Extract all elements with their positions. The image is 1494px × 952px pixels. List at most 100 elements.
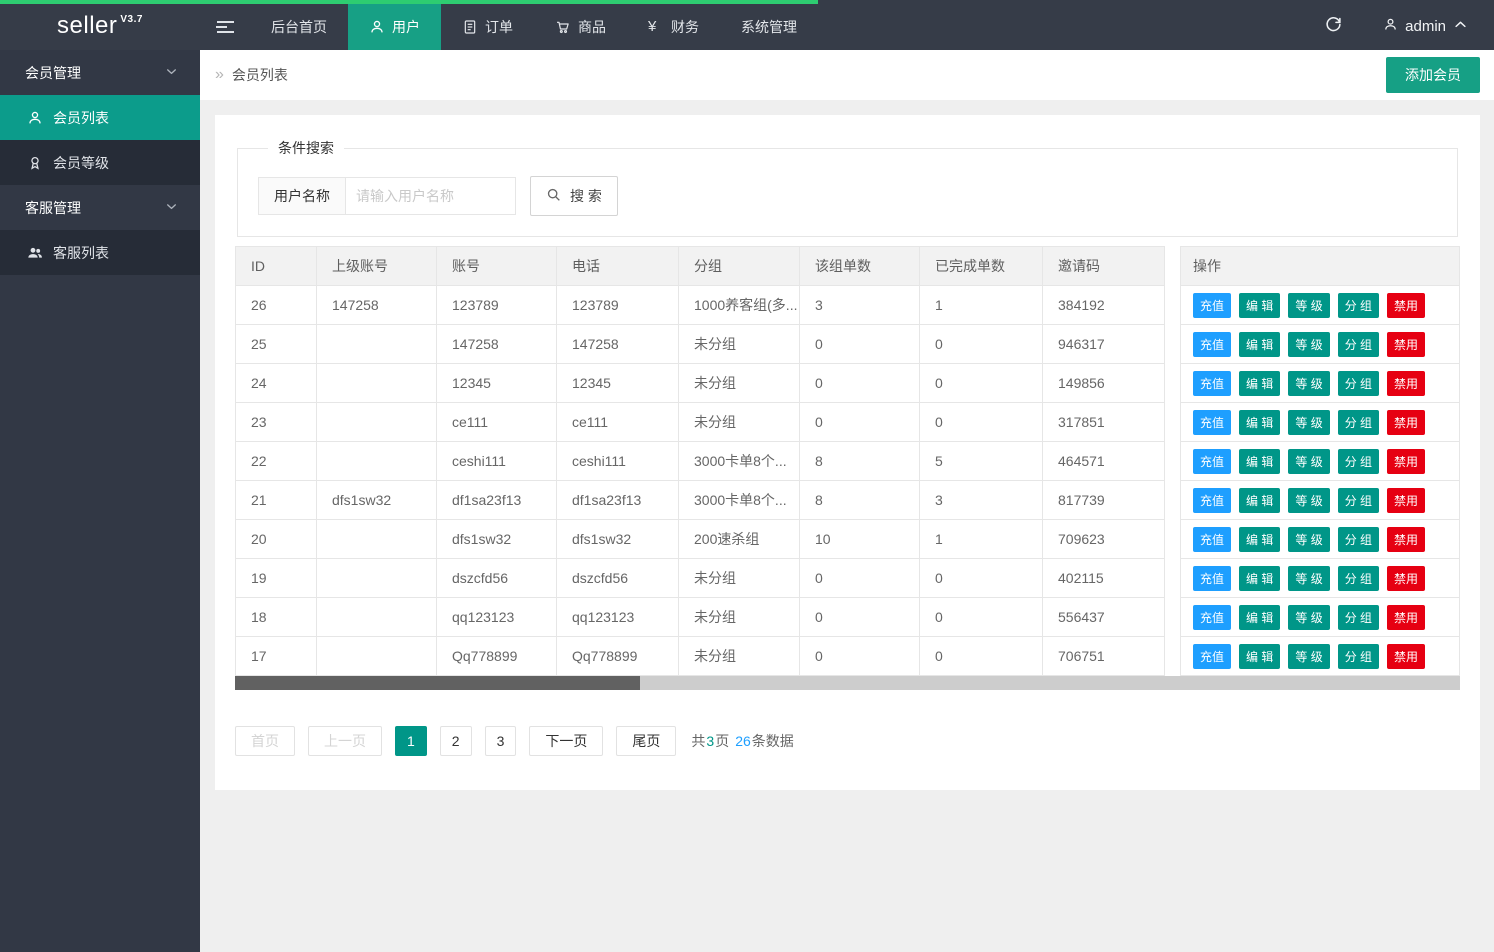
action-edit-button[interactable]: 编 辑 bbox=[1239, 293, 1280, 318]
topbar-left: sellerV3.7 后台首页用户订单商品¥财务系统管理 bbox=[0, 0, 818, 50]
menu-toggle-icon[interactable] bbox=[200, 0, 250, 50]
member-list-card: 条件搜索 用户名称 搜 索 ID上级账号账号电话分组该组单数已完成单数邀请码操作… bbox=[215, 115, 1480, 790]
action-group-button[interactable]: 分 组 bbox=[1338, 605, 1379, 630]
username-input[interactable] bbox=[346, 177, 516, 215]
fixed-column-gap bbox=[1165, 442, 1180, 481]
action-level-button[interactable]: 等 级 bbox=[1288, 449, 1329, 474]
action-group-button[interactable]: 分 组 bbox=[1338, 488, 1379, 513]
username-label: 用户名称 bbox=[258, 177, 346, 215]
cell-id: 26 bbox=[235, 286, 317, 325]
action-disable-button[interactable]: 禁用 bbox=[1387, 449, 1425, 474]
table-body: 261472581237891237891000养客组(多...31384192… bbox=[235, 286, 1460, 676]
action-level-button[interactable]: 等 级 bbox=[1288, 566, 1329, 591]
action-edit-button[interactable]: 编 辑 bbox=[1239, 527, 1280, 552]
file-icon bbox=[462, 19, 478, 35]
action-group-button[interactable]: 分 组 bbox=[1338, 449, 1379, 474]
action-edit-button[interactable]: 编 辑 bbox=[1239, 371, 1280, 396]
action-edit-button[interactable]: 编 辑 bbox=[1239, 644, 1280, 669]
cell-parent-account: 147258 bbox=[317, 286, 437, 325]
page-button-last[interactable]: 尾页 bbox=[616, 726, 676, 756]
cell-id: 24 bbox=[235, 364, 317, 403]
action-disable-button[interactable]: 禁用 bbox=[1387, 410, 1425, 435]
action-recharge-button[interactable]: 充值 bbox=[1193, 605, 1231, 630]
action-recharge-button[interactable]: 充值 bbox=[1193, 527, 1231, 552]
cell-actions: 充值编 辑等 级分 组禁用 bbox=[1180, 442, 1460, 481]
action-edit-button[interactable]: 编 辑 bbox=[1239, 410, 1280, 435]
table-row: 22ceshi111ceshi1113000卡单8个...85464571充值编… bbox=[235, 442, 1460, 481]
cell-account: df1sa23f13 bbox=[437, 481, 557, 520]
action-edit-button[interactable]: 编 辑 bbox=[1239, 488, 1280, 513]
action-group-button[interactable]: 分 组 bbox=[1338, 293, 1379, 318]
action-edit-button[interactable]: 编 辑 bbox=[1239, 605, 1280, 630]
add-member-button[interactable]: 添加会员 bbox=[1386, 57, 1480, 93]
scrollbar-thumb[interactable] bbox=[235, 676, 640, 690]
cell-account: 123789 bbox=[437, 286, 557, 325]
fixed-column-gap bbox=[1165, 637, 1180, 676]
nav-item-users[interactable]: 用户 bbox=[348, 0, 441, 50]
sidebar-item-member-level[interactable]: 会员等级 bbox=[0, 140, 200, 185]
action-edit-button[interactable]: 编 辑 bbox=[1239, 566, 1280, 591]
page-button-next[interactable]: 下一页 bbox=[529, 726, 603, 756]
action-disable-button[interactable]: 禁用 bbox=[1387, 371, 1425, 396]
action-disable-button[interactable]: 禁用 bbox=[1387, 527, 1425, 552]
action-level-button[interactable]: 等 级 bbox=[1288, 332, 1329, 357]
cell-account: dfs1sw32 bbox=[437, 520, 557, 559]
action-level-button[interactable]: 等 级 bbox=[1288, 605, 1329, 630]
member-table: ID上级账号账号电话分组该组单数已完成单数邀请码操作 2614725812378… bbox=[235, 246, 1460, 676]
nav-item-system[interactable]: 系统管理 bbox=[720, 0, 818, 50]
col-header-group-orders: 该组单数 bbox=[800, 246, 920, 286]
action-group-button[interactable]: 分 组 bbox=[1338, 644, 1379, 669]
action-group-button[interactable]: 分 组 bbox=[1338, 371, 1379, 396]
app-logo-text: seller bbox=[57, 12, 117, 40]
action-level-button[interactable]: 等 级 bbox=[1288, 488, 1329, 513]
action-level-button[interactable]: 等 级 bbox=[1288, 371, 1329, 396]
action-level-button[interactable]: 等 级 bbox=[1288, 527, 1329, 552]
action-level-button[interactable]: 等 级 bbox=[1288, 293, 1329, 318]
nav-item-home[interactable]: 后台首页 bbox=[250, 0, 348, 50]
refresh-button[interactable] bbox=[1303, 16, 1363, 36]
sidebar-group-member[interactable]: 会员管理 bbox=[0, 50, 200, 95]
action-group-button[interactable]: 分 组 bbox=[1338, 527, 1379, 552]
page-button-page-2[interactable]: 2 bbox=[440, 726, 472, 756]
action-level-button[interactable]: 等 级 bbox=[1288, 644, 1329, 669]
page-button-page-1[interactable]: 1 bbox=[395, 726, 427, 756]
cell-account: Qq778899 bbox=[437, 637, 557, 676]
sidebar-item-service-list[interactable]: 客服列表 bbox=[0, 230, 200, 275]
action-recharge-button[interactable]: 充值 bbox=[1193, 371, 1231, 396]
summary-suffix: 条数据 bbox=[752, 733, 794, 749]
action-disable-button[interactable]: 禁用 bbox=[1387, 293, 1425, 318]
action-disable-button[interactable]: 禁用 bbox=[1387, 566, 1425, 591]
action-edit-button[interactable]: 编 辑 bbox=[1239, 449, 1280, 474]
action-recharge-button[interactable]: 充值 bbox=[1193, 293, 1231, 318]
action-recharge-button[interactable]: 充值 bbox=[1193, 410, 1231, 435]
page-button-page-3[interactable]: 3 bbox=[485, 726, 517, 756]
topbar: sellerV3.7 后台首页用户订单商品¥财务系统管理 admin bbox=[0, 0, 1494, 50]
action-disable-button[interactable]: 禁用 bbox=[1387, 605, 1425, 630]
cell-invite-code: 706751 bbox=[1043, 637, 1165, 676]
action-edit-button[interactable]: 编 辑 bbox=[1239, 332, 1280, 357]
nav-item-finance[interactable]: ¥财务 bbox=[627, 0, 720, 50]
cart-icon bbox=[555, 19, 571, 35]
sidebar-group-service[interactable]: 客服管理 bbox=[0, 185, 200, 230]
user-menu[interactable]: admin bbox=[1363, 17, 1494, 36]
action-level-button[interactable]: 等 级 bbox=[1288, 410, 1329, 435]
nav-item-goods[interactable]: 商品 bbox=[534, 0, 627, 50]
action-group-button[interactable]: 分 组 bbox=[1338, 566, 1379, 591]
action-group-button[interactable]: 分 组 bbox=[1338, 410, 1379, 435]
action-recharge-button[interactable]: 充值 bbox=[1193, 644, 1231, 669]
action-recharge-button[interactable]: 充值 bbox=[1193, 566, 1231, 591]
search-row: 用户名称 搜 索 bbox=[258, 176, 1437, 216]
action-recharge-button[interactable]: 充值 bbox=[1193, 449, 1231, 474]
nav-item-orders[interactable]: 订单 bbox=[441, 0, 534, 50]
action-disable-button[interactable]: 禁用 bbox=[1387, 644, 1425, 669]
action-recharge-button[interactable]: 充值 bbox=[1193, 488, 1231, 513]
action-group-button[interactable]: 分 组 bbox=[1338, 332, 1379, 357]
search-button[interactable]: 搜 索 bbox=[530, 176, 618, 216]
action-disable-button[interactable]: 禁用 bbox=[1387, 488, 1425, 513]
fixed-column-gap bbox=[1165, 559, 1180, 598]
action-recharge-button[interactable]: 充值 bbox=[1193, 332, 1231, 357]
sidebar-item-member-list[interactable]: 会员列表 bbox=[0, 95, 200, 140]
action-disable-button[interactable]: 禁用 bbox=[1387, 332, 1425, 357]
cell-id: 21 bbox=[235, 481, 317, 520]
cell-phone: Qq778899 bbox=[557, 637, 679, 676]
